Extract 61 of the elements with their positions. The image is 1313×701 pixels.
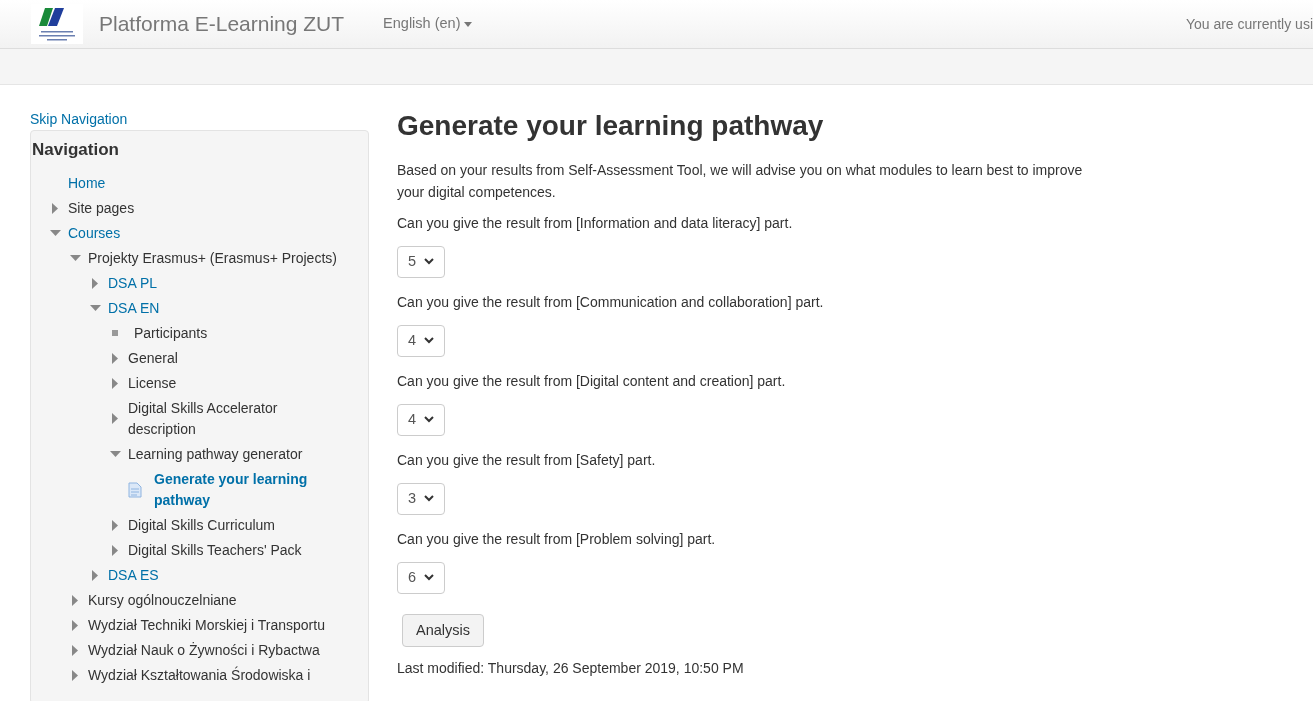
expanded-arrow-icon[interactable] [109,451,121,457]
score-select[interactable]: 3 [397,482,445,515]
site-name[interactable]: Platforma E-Learning ZUT [99,8,345,40]
tree-item[interactable]: Projekty Erasmus+ (Erasmus+ Projects) [88,247,337,269]
tree-item[interactable]: General [128,347,178,369]
collapsed-arrow-icon[interactable] [112,519,118,531]
chevron-icon [424,258,435,266]
expanded-arrow-icon[interactable] [69,255,81,261]
skip-navigation-link[interactable]: Skip Navigation [30,109,369,130]
chevron-icon [424,337,435,345]
tree-item[interactable]: Wydział Kształtowania Środowiska i [88,664,311,686]
tree-item[interactable]: Learning pathway generator [128,443,303,465]
collapsed-arrow-icon[interactable] [112,377,118,389]
collapsed-arrow-icon[interactable] [52,202,58,214]
collapsed-arrow-icon[interactable] [72,669,78,681]
tree-link[interactable]: Courses [68,222,121,244]
chevron-icon [424,495,435,503]
collapsed-arrow-icon[interactable] [112,413,118,424]
score-select[interactable]: 4 [397,403,445,436]
tree-item[interactable]: License [128,372,177,394]
collapsed-arrow-icon[interactable] [72,644,78,656]
collapsed-arrow-icon[interactable] [92,569,98,581]
chevron-icon [424,416,435,424]
tree-link[interactable]: DSA EN [108,297,160,319]
tree-item[interactable]: Wydział Techniki Morskiej i Transportu [88,614,325,636]
score-select[interactable]: 6 [397,561,445,594]
expanded-arrow-icon[interactable] [89,305,101,311]
score-select[interactable]: 5 [397,245,445,278]
question-label: Can you give the result from [Problem solving] part. [397,529,717,549]
tree-item[interactable]: Kursy ogólnouczelniane [88,589,237,611]
tree-item[interactable]: Wydział Nauk o Żywności i Rybactwa [88,639,320,661]
caret-icon [464,21,473,27]
intro-text: Based on your results from Self-Assessment Tool, we will advise you on what modules to learn best to improve your digital competences. [397,160,1084,202]
collapsed-arrow-icon[interactable] [72,619,78,631]
analysis-button[interactable]: Analysis [402,613,484,648]
language-menu[interactable]: English (en) [383,13,473,35]
last-modified-text: Last modified: Thursday, 26 September 2019, 10:50 PM [397,659,745,679]
tree-item[interactable]: Digital Skills Curriculum [128,514,276,536]
tree-link[interactable]: DSA PL [108,272,158,294]
page-title: Generate your learning pathway [397,109,825,143]
tree-item[interactable]: Site pages [68,197,135,219]
tree-item[interactable]: Digital Skills Accelerator description [128,397,340,440]
collapsed-arrow-icon[interactable] [112,544,118,556]
question-label: Can you give the result from [Digital content and creation] part. [397,371,787,391]
page-icon[interactable] [128,481,142,498]
collapsed-arrow-icon[interactable] [72,594,78,606]
question-label: Can you give the result from [Information and data literacy] part. [397,213,794,233]
tree-item[interactable]: Participants [134,322,208,344]
score-select[interactable]: 4 [397,324,445,357]
tree-item[interactable]: Digital Skills Teachers' Pack [128,539,302,561]
tree-link[interactable]: DSA ES [108,564,159,586]
tree-link[interactable]: Home [68,172,106,194]
question-label: Can you give the result from [Communication and collaboration] part. [397,292,825,312]
block-title: Navigation [32,139,120,161]
collapsed-arrow-icon[interactable] [112,352,118,364]
tree-link[interactable]: Generate your learning pathway [154,468,340,511]
login-info: You are currently usi [1185,14,1313,34]
question-label: Can you give the result from [Safety] part. [397,450,657,470]
collapsed-arrow-icon[interactable] [92,277,98,289]
expanded-arrow-icon[interactable] [49,230,61,236]
chevron-icon [424,574,435,582]
